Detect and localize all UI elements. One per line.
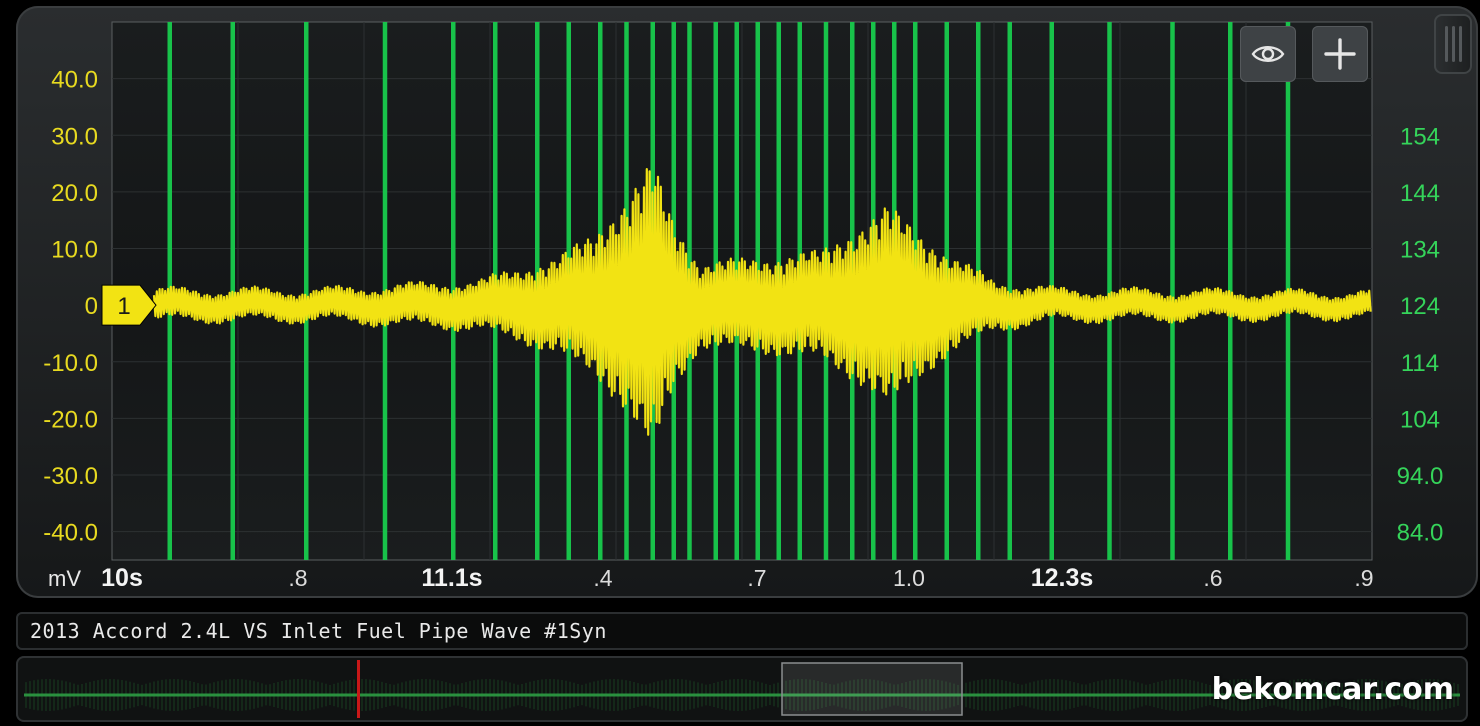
time-axis-tick-label: 10s [101,564,143,592]
time-axis-tick-label: 11.1s [421,564,482,592]
left-axis: 40.0 30.0 20.0 10.0 0 -10.0 -20.0 -30.0 -40.0 [43,67,98,547]
right-axis-tick-label: 124 [1400,293,1440,320]
time-axis-tick-label: .4 [593,565,612,591]
right-axis-tick-label: 114 [1401,350,1439,377]
time-axis-tick-label: .6 [1203,565,1222,591]
overview-view-window[interactable] [781,662,963,716]
eye-icon [1251,46,1285,62]
waveform-title: 2013 Accord 2.4L VS Inlet Fuel Pipe Wave… [30,619,607,643]
left-axis-tick-label: -40.0 [43,520,98,547]
time-axis-tick-label: 1.0 [893,565,925,591]
waveform-chart[interactable]: 40.0 30.0 20.0 10.0 0 -10.0 -20.0 -30.0 -40.0 15… [0,0,1480,600]
left-axis-tick-label: 10.0 [51,237,98,264]
right-axis-tick-label: 134 [1400,237,1440,264]
right-axis-tick-label: 84.0 [1397,520,1444,547]
add-channel-button[interactable] [1312,26,1368,82]
right-axis: 154 144 134 124 114 104 94.0 84.0 [1397,123,1444,546]
left-axis-tick-label: -30.0 [43,463,98,490]
right-axis-tick-label: 154 [1400,123,1440,150]
right-axis-tick-label: 144 [1400,180,1440,207]
left-axis-tick-label: 40.0 [51,67,98,94]
scope-app: 40.0 30.0 20.0 10.0 0 -10.0 -20.0 -30.0 -40.0 15… [0,0,1480,726]
left-axis-tick-label: 20.0 [51,180,98,207]
caption-bar: 2013 Accord 2.4L VS Inlet Fuel Pipe Wave… [16,612,1468,650]
plus-icon [1324,38,1356,70]
time-axis-tick-label: .9 [1354,565,1373,591]
side-panel-handle[interactable] [1434,14,1472,74]
overview-cursor[interactable] [357,660,360,718]
y-unit-label: mV [48,566,81,591]
left-axis-tick-label: 0 [85,293,98,320]
time-axis-tick-label: 12.3s [1031,564,1094,592]
time-axis: mV 10s .8 11.1s .4 .7 1.0 12.3s .6 .9 [48,564,1374,592]
channel-marker-label: 1 [117,293,130,320]
visibility-toggle-button[interactable] [1240,26,1296,82]
time-axis-tick-label: .7 [747,565,766,591]
time-axis-tick-label: .8 [288,565,307,591]
right-axis-tick-label: 94.0 [1397,463,1444,490]
left-axis-tick-label: -10.0 [43,350,98,377]
right-axis-tick-label: 104 [1400,406,1440,433]
left-axis-tick-label: 30.0 [51,123,98,150]
left-axis-tick-label: -20.0 [43,406,98,433]
watermark: bekomcar.com [1211,672,1454,707]
